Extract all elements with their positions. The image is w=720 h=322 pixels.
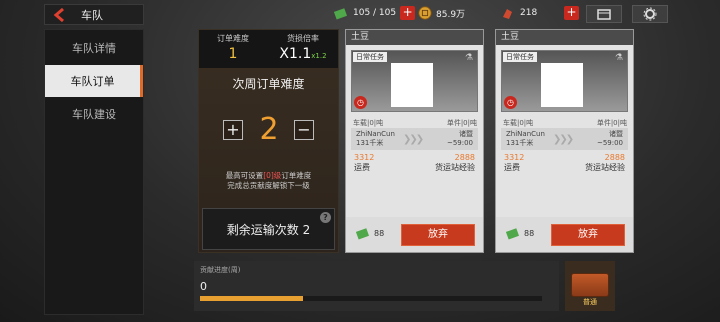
flask-icon: ⚗ (464, 53, 473, 63)
difficulty-value: 2 (259, 112, 279, 147)
decrease-difficulty-button[interactable]: − (294, 120, 314, 140)
difficulty-note: 最高可设置[0]级订单难度 完成总贡献度解锁下一级 (225, 171, 312, 190)
cargo-name: 土豆 (496, 30, 633, 45)
add-tickets-button[interactable]: + (400, 6, 416, 20)
sidebar-item-fleet-orders[interactable]: 车队订单 (45, 65, 143, 97)
damage-rate-value: X1.1x1.2 (279, 46, 327, 62)
order-rewards: 3312 运费 2888 货运站经验 (354, 153, 475, 172)
progress-fill (200, 296, 303, 301)
route-info: ZhiNanCun 131千米 ❯❯❯ 诸暨 ~59:00 (501, 128, 628, 150)
help-icon[interactable]: ? (320, 212, 331, 223)
ticket-counter: 105 / 105 + (333, 6, 416, 20)
menu-button[interactable] (586, 5, 622, 23)
order-rewards: 3312 运费 2888 货运站经验 (504, 153, 625, 172)
sidebar: 车队详情 车队订单 车队建设 (44, 29, 144, 315)
ticket-icon (506, 228, 519, 240)
back-arrow-icon (53, 7, 64, 22)
clock-icon: ◷ (354, 96, 367, 109)
cargo-image: 日常任务 ⚗ ◷ (351, 50, 478, 112)
clock-icon: ◷ (504, 96, 517, 109)
settings-button[interactable] (632, 5, 668, 23)
ticket-icon (356, 228, 369, 240)
coin-counter: 85.9万 (418, 6, 465, 20)
cargo-name: 土豆 (346, 30, 483, 45)
order-card: 土豆 日常任务 ⚗ ◷ 车载|0|吨 单件|0|吨 ZhiNanCun 131千米… (495, 29, 634, 253)
difficulty-header: 订单难度 1 货损倍率 X1.1x1.2 (199, 30, 338, 68)
sidebar-item-fleet-details[interactable]: 车队详情 (45, 32, 143, 64)
abandon-button[interactable]: 放弃 (401, 224, 475, 246)
contribution-progress: 贡献进度(周) 0 (194, 261, 559, 311)
order-card: 土豆 日常任务 ⚗ ◷ 车载|0|吨 单件|0|吨 ZhiNanCun 131千米… (345, 29, 484, 253)
token-counter: 218 (500, 6, 537, 20)
token-icon (500, 6, 514, 20)
cargo-image: 日常任务 ⚗ ◷ (501, 50, 628, 112)
progress-value: 0 (200, 280, 207, 293)
gear-icon (643, 7, 657, 21)
abandon-button[interactable]: 放弃 (551, 224, 625, 246)
reward-box[interactable]: 普通 (565, 261, 615, 311)
progress-label: 贡献进度(周) (200, 266, 241, 274)
increase-difficulty-button[interactable]: + (223, 120, 243, 140)
next-week-difficulty-title: 次周订单难度 (232, 77, 305, 91)
coin-icon (418, 6, 432, 20)
order-difficulty-value: 1 (228, 46, 238, 62)
wallet-icon (597, 9, 611, 20)
chest-icon (571, 273, 609, 297)
difficulty-panel: 订单难度 1 货损倍率 X1.1x1.2 次周订单难度 + 2 − 最高可设置[… (198, 29, 339, 253)
remaining-trips: 剩余运输次数 2 ? (202, 208, 335, 250)
ticket-cost: 88 (506, 227, 534, 240)
sidebar-item-fleet-building[interactable]: 车队建设 (45, 98, 143, 130)
back-button[interactable] (53, 5, 71, 24)
page-title: 车队 (81, 8, 103, 22)
ticket-icon (333, 6, 347, 20)
flask-icon: ⚗ (614, 53, 623, 63)
ticket-cost: 88 (356, 227, 384, 240)
top-bar: 车队 (44, 4, 144, 25)
daily-task-tag: 日常任务 (503, 52, 537, 62)
route-arrow-icon: ❯❯❯ (553, 134, 574, 145)
reward-box-label: 普通 (583, 298, 597, 306)
route-info: ZhiNanCun 131千米 ❯❯❯ 诸暨 ~59:00 (351, 128, 478, 150)
daily-task-tag: 日常任务 (353, 52, 387, 62)
add-tokens-button[interactable]: + (564, 6, 579, 20)
route-arrow-icon: ❯❯❯ (403, 134, 424, 145)
